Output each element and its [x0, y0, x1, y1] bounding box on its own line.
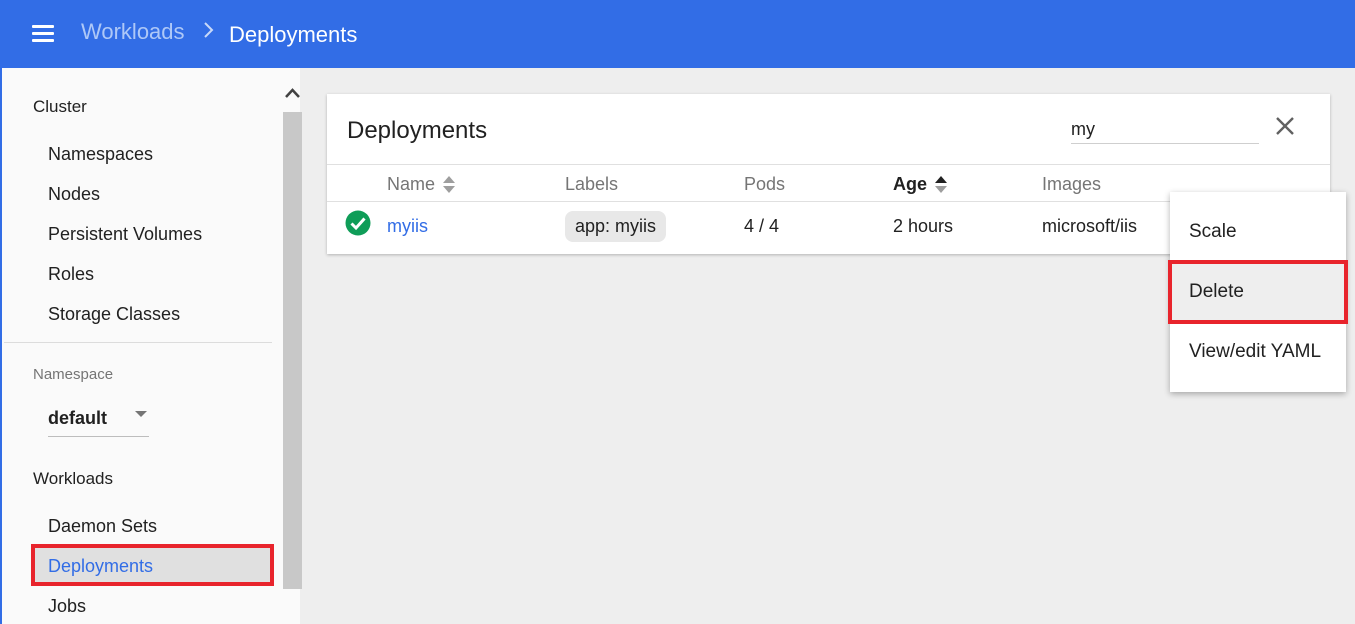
close-icon[interactable] [1273, 114, 1297, 138]
pods-cell: 4 / 4 [744, 216, 780, 236]
column-header-name[interactable]: Name [387, 174, 456, 195]
namespace-value: default [48, 408, 108, 428]
chevron-right-icon [204, 22, 214, 38]
column-header-age-label: Age [893, 174, 928, 194]
sidebar-item-daemon-sets[interactable]: Daemon Sets [48, 516, 157, 537]
sidebar-scrollbar[interactable] [283, 112, 302, 589]
sidebar-item-jobs[interactable]: Jobs [48, 596, 86, 617]
sort-ascending-icon [935, 175, 948, 195]
search-input[interactable] [1071, 116, 1259, 144]
age-cell: 2 hours [893, 216, 954, 236]
breadcrumb-workloads[interactable]: Workloads [81, 19, 185, 45]
check-circle-icon [345, 210, 371, 236]
column-header-age[interactable]: Age [893, 174, 948, 195]
sort-icon [443, 175, 456, 195]
sidebar-item-namespaces[interactable]: Namespaces [48, 144, 153, 165]
column-header-labels: Labels [565, 174, 618, 195]
namespace-label: Namespace [33, 366, 114, 383]
column-header-pods-label: Pods [744, 174, 786, 194]
highlight-box-deployments [31, 544, 274, 586]
sidebar-item-roles[interactable]: Roles [48, 264, 94, 285]
header-divider [327, 164, 1330, 165]
column-header-labels-label: Labels [565, 174, 619, 194]
menu-item-view-edit-yaml[interactable]: View/edit YAML [1170, 322, 1346, 382]
column-header-images-label: Images [1042, 174, 1102, 194]
images-cell: microsoft/iis [1042, 216, 1138, 236]
top-bar: Workloads Deployments [0, 0, 1355, 68]
scroll-up-arrow-icon[interactable] [284, 86, 301, 100]
sidebar-item-storage-classes[interactable]: Storage Classes [48, 304, 180, 325]
highlight-box-delete [1168, 260, 1348, 324]
sidebar-item-persistent-volumes[interactable]: Persistent Volumes [48, 224, 202, 245]
sidebar: Cluster Namespaces Nodes Persistent Volu… [0, 68, 302, 624]
menu-item-scale[interactable]: Scale [1170, 202, 1346, 262]
sidebar-item-nodes[interactable]: Nodes [48, 184, 100, 205]
sidebar-section-workloads[interactable]: Workloads [33, 469, 113, 489]
namespace-select[interactable]: default [48, 396, 149, 437]
label-chip: app: myiis [565, 211, 667, 242]
card-title: Deployments [347, 117, 488, 144]
breadcrumb-current: Deployments [229, 22, 358, 47]
sidebar-section-cluster: Cluster [33, 97, 87, 116]
dropdown-caret-icon [135, 411, 147, 417]
column-header-images: Images [1042, 174, 1101, 195]
column-header-pods: Pods [744, 174, 785, 195]
hamburger-menu-icon[interactable] [32, 25, 54, 43]
deployment-name-link[interactable]: myiis [387, 216, 428, 237]
sidebar-divider [4, 342, 272, 343]
column-header-name-label: Name [387, 174, 436, 194]
